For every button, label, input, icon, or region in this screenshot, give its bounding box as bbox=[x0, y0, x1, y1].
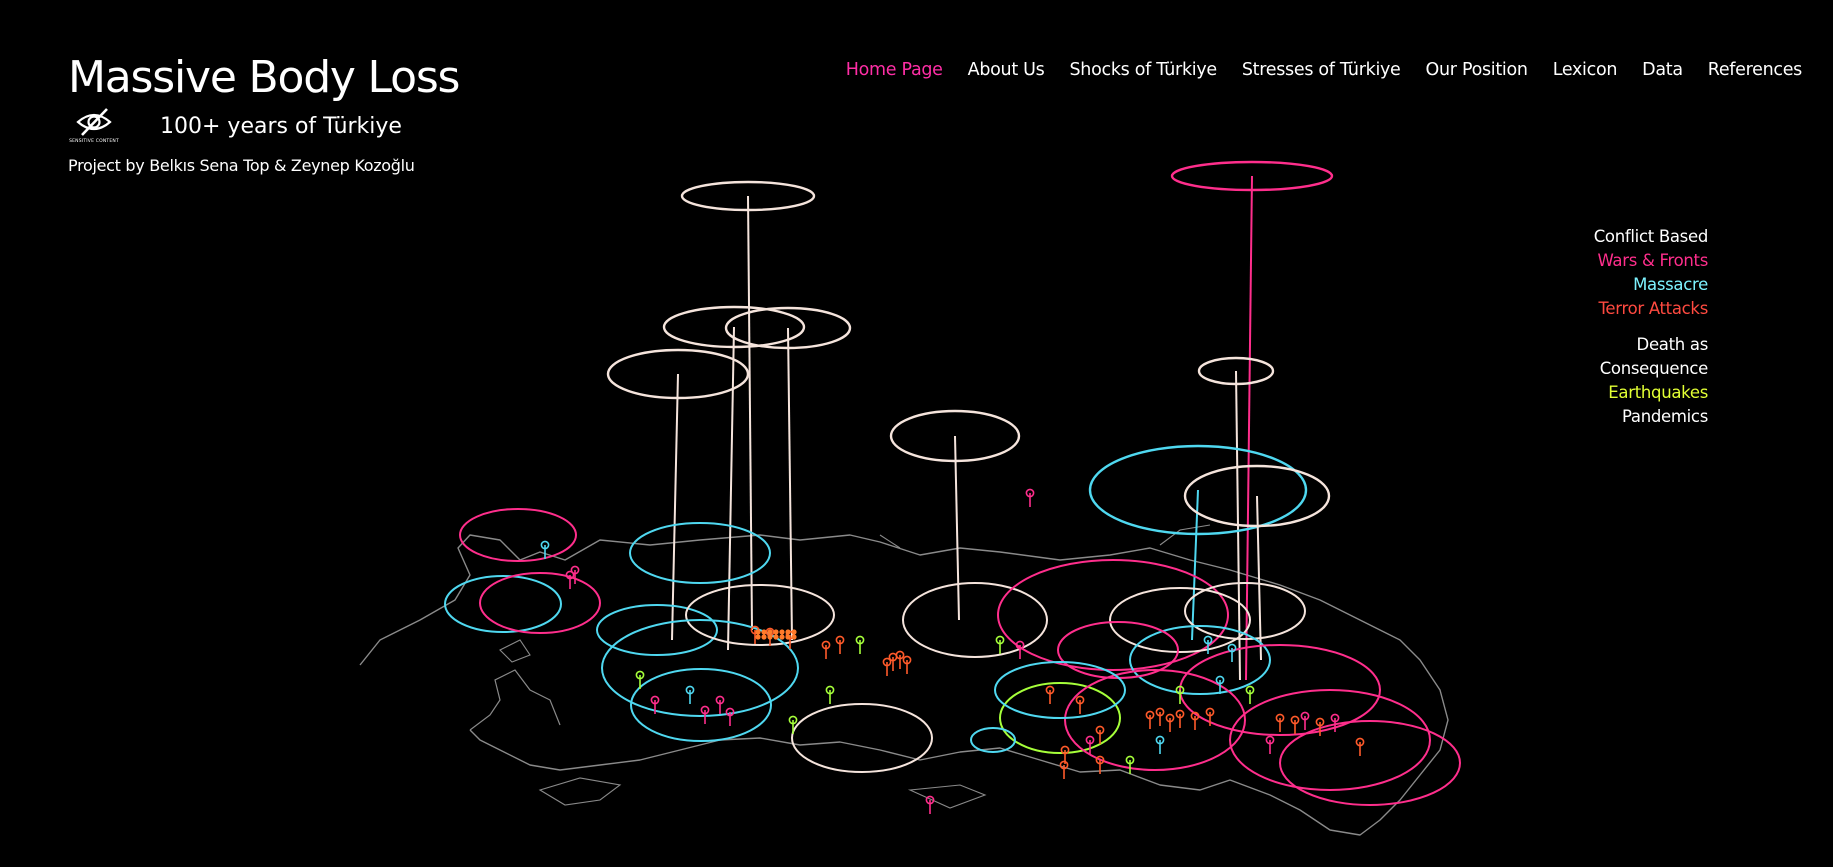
data-cluster-point bbox=[755, 634, 761, 640]
nav-about-us[interactable]: About Us bbox=[968, 60, 1045, 80]
data-ring bbox=[1129, 625, 1271, 695]
data-cluster-point bbox=[773, 629, 779, 635]
project-credits: Project by Belkıs Sena Top & Zeynep Kozo… bbox=[68, 156, 415, 175]
nav-shocks-of-turkiye[interactable]: Shocks of Türkiye bbox=[1070, 60, 1218, 80]
data-cluster-point bbox=[791, 629, 797, 635]
nav-lexicon[interactable]: Lexicon bbox=[1553, 60, 1618, 80]
brand-block: Massive Body Loss SENSITIVE CONTENT 100+… bbox=[68, 52, 460, 175]
eye-slash-icon bbox=[76, 108, 112, 136]
data-ring bbox=[444, 575, 562, 633]
site-title[interactable]: Massive Body Loss bbox=[68, 52, 460, 104]
data-ring bbox=[630, 668, 772, 742]
data-column bbox=[954, 435, 960, 621]
map-detail-lines bbox=[879, 524, 1211, 549]
site-subtitle: 100+ years of Türkiye bbox=[160, 113, 402, 139]
data-ring bbox=[1109, 587, 1251, 653]
nav-our-position[interactable]: Our Position bbox=[1426, 60, 1528, 80]
legend-consequence-group: Death as Consequence Earthquakes Pandemi… bbox=[1594, 333, 1709, 429]
map-outline bbox=[359, 534, 1449, 836]
data-ring bbox=[902, 582, 1048, 658]
data-column bbox=[727, 326, 735, 651]
nav-stresses-of-turkiye[interactable]: Stresses of Türkiye bbox=[1242, 60, 1401, 80]
data-cluster-point bbox=[785, 634, 791, 640]
map-islands bbox=[499, 639, 987, 809]
data-cluster-point bbox=[779, 629, 785, 635]
nav-home-page[interactable]: Home Page bbox=[846, 60, 943, 80]
sensitive-content-badge[interactable]: SENSITIVE CONTENT bbox=[68, 106, 120, 146]
data-column bbox=[1245, 175, 1253, 681]
data-ring bbox=[994, 661, 1126, 719]
legend-item-massacre[interactable]: Massacre bbox=[1594, 273, 1708, 297]
data-cluster-point bbox=[791, 634, 797, 640]
legend-item-terror-attacks[interactable]: Terror Attacks bbox=[1594, 297, 1708, 321]
data-cluster-point bbox=[779, 634, 785, 640]
data-ring bbox=[596, 604, 718, 656]
data-ring bbox=[1229, 689, 1431, 791]
data-column bbox=[787, 327, 793, 641]
legend-heading-conflict: Conflict Based bbox=[1593, 227, 1709, 246]
legend-heading-death-as: Death as bbox=[1636, 335, 1709, 354]
legend-item-earthquakes[interactable]: Earthquakes bbox=[1594, 381, 1708, 405]
legend-item-wars-fronts[interactable]: Wars & Fronts bbox=[1594, 249, 1708, 273]
data-ring bbox=[459, 508, 577, 562]
page: Massive Body Loss SENSITIVE CONTENT 100+… bbox=[0, 0, 1833, 867]
data-ring bbox=[1279, 720, 1461, 806]
data-ring bbox=[791, 703, 933, 773]
data-cluster-point bbox=[755, 629, 761, 635]
data-cluster-point bbox=[761, 629, 767, 635]
data-cluster-point bbox=[767, 634, 773, 640]
brand-row: SENSITIVE CONTENT 100+ years of Türkiye bbox=[68, 106, 459, 146]
legend: Conflict Based Wars & Fronts Massacre Te… bbox=[1593, 225, 1709, 441]
data-cluster-point bbox=[761, 634, 767, 640]
legend-conflict-group: Conflict Based Wars & Fronts Massacre Te… bbox=[1593, 225, 1709, 321]
map-coast-west bbox=[469, 669, 561, 731]
main-nav: Home Page About Us Shocks of Türkiye Str… bbox=[846, 60, 1803, 80]
data-ring bbox=[629, 522, 771, 584]
data-column bbox=[747, 195, 753, 631]
data-cluster-point bbox=[785, 629, 791, 635]
legend-item-pandemics[interactable]: Pandemics bbox=[1594, 405, 1708, 429]
legend-heading-consequence: Consequence bbox=[1599, 359, 1709, 378]
data-cluster-point bbox=[773, 634, 779, 640]
nav-data[interactable]: Data bbox=[1642, 60, 1683, 80]
data-cluster-point bbox=[767, 629, 773, 635]
data-column bbox=[671, 373, 679, 641]
nav-references[interactable]: References bbox=[1708, 60, 1803, 80]
sensitive-content-label: SENSITIVE CONTENT bbox=[69, 139, 119, 144]
